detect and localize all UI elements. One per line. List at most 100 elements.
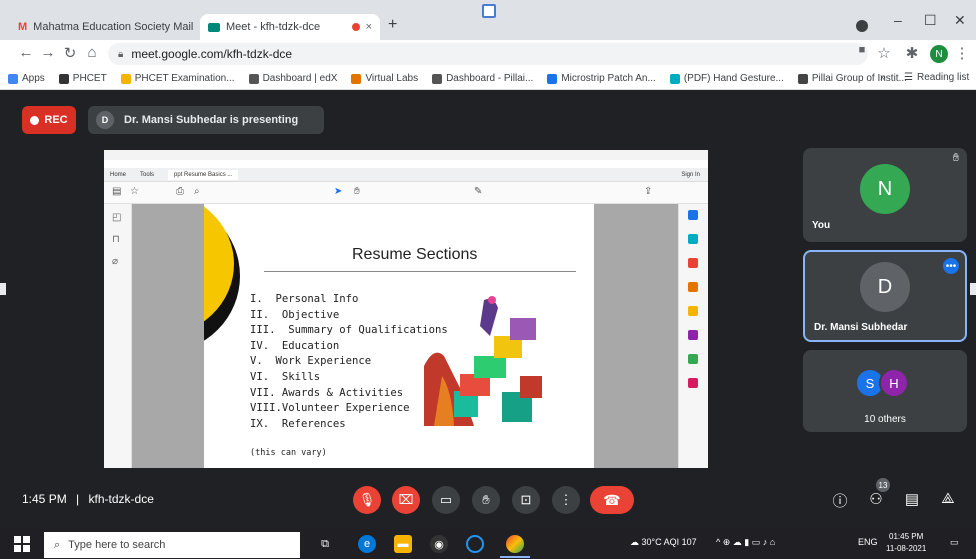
section-item: VII. Awards & Activities (250, 386, 404, 399)
chat-icon[interactable]: ▤ (902, 490, 922, 508)
task-view-icon[interactable]: ⧉ (316, 535, 334, 553)
right-edge-handle (970, 283, 976, 295)
title-divider (264, 271, 576, 272)
close-window-button[interactable]: ✕ (954, 12, 966, 29)
tab-meet[interactable]: Meet - kfh-tdzk-dce × (200, 14, 380, 40)
bookmark-item[interactable]: Microstrip Patch An... (547, 73, 656, 84)
bookmark-label: Pillai Group of Instit... (811, 73, 907, 84)
chrome-icon[interactable] (506, 535, 524, 553)
profile-avatar[interactable]: N (930, 45, 948, 63)
obs-icon[interactable]: ◉ (430, 535, 448, 553)
weather-text: 30°C AQI 107 (641, 537, 697, 547)
camera-in-use-icon[interactable]: ■ (852, 44, 872, 56)
participant-name: Dr. Mansi Subhedar (814, 322, 908, 333)
language-indicator[interactable]: ENG (858, 537, 878, 547)
minimize-button[interactable]: – (894, 12, 902, 28)
pdf-right-tools (678, 204, 708, 468)
section-item: III. Summary of Qualifications (250, 324, 448, 337)
bookmark-star-icon[interactable]: ☆ (874, 44, 894, 62)
system-tray-icons[interactable]: ^ ⊕ ☁︎ ▮ ▭ ♪ ⌂ (716, 537, 775, 548)
present-button[interactable]: ⊡ (512, 486, 540, 514)
menu-icon[interactable]: ⋮ (952, 44, 972, 62)
tool-icon (688, 354, 698, 364)
left-edge-handle (0, 283, 6, 295)
windows-start-icon[interactable] (14, 536, 30, 552)
bookmark-favicon-icon (58, 73, 69, 84)
participant-tile-you[interactable]: N You ✋︎ (803, 148, 967, 242)
file-explorer-icon[interactable]: ▬ (394, 535, 412, 553)
bookmark-item[interactable]: (PDF) Hand Gesture... (669, 73, 784, 84)
section-item: I. Personal Info (250, 293, 359, 305)
raise-hand-button[interactable]: ✋︎ (472, 486, 500, 514)
save-icon: ▤ (112, 186, 122, 197)
address-bar[interactable]: 🔒︎ meet.google.com/kfh-tdzk-dce (108, 43, 868, 65)
people-icon[interactable]: ⚇ (866, 490, 886, 508)
taskbar-search[interactable]: ⌕ Type here to search (44, 532, 300, 558)
tab-title: Meet - kfh-tdzk-dce (226, 21, 321, 33)
other-avatar-h: H (879, 368, 909, 398)
pdf-tab-bar: Home Tools ppt Resume Basics ... Sign In (104, 168, 708, 182)
captions-icon: ▭ (439, 492, 453, 507)
meeting-time: 1:45 PM (22, 492, 67, 506)
meeting-info-icon[interactable]: ⓘ (830, 490, 850, 511)
close-icon[interactable]: × (366, 21, 372, 33)
presenting-banner: D Dr. Mansi Subhedar is presenting (88, 106, 324, 134)
captions-button[interactable]: ▭ (432, 486, 460, 514)
address-text: meet.google.com/kfh-tdzk-dce (131, 47, 293, 61)
bookmark-favicon-icon (797, 73, 808, 84)
new-tab-button[interactable]: + (388, 16, 397, 34)
more-options-button[interactable]: ⋮ (552, 486, 580, 514)
activities-icon[interactable]: ⟁ (938, 490, 958, 507)
weather-widget[interactable]: ☁︎ 30°C AQI 107 (630, 537, 697, 548)
bookmark-item[interactable]: Pillai Group of Instit... (797, 73, 907, 84)
bookmark-item[interactable]: Dashboard | edX (248, 73, 337, 84)
reload-icon[interactable]: ↻ (60, 44, 80, 62)
section-list: I. Personal Info II. Objective III. Summar… (250, 292, 448, 432)
presenter-avatar: D (96, 111, 114, 129)
mic-off-button[interactable]: 🎙︎ (353, 486, 381, 514)
reading-list-button[interactable]: ☰ Reading list (904, 72, 969, 83)
recording-badge[interactable]: REC (22, 106, 76, 134)
recording-icon (351, 23, 360, 31)
participant-tile-presenter[interactable]: D Dr. Mansi Subhedar ••• (803, 250, 967, 342)
bookmark-item[interactable]: PHCET Examination... (120, 73, 235, 84)
pointer-icon: ➤ (334, 186, 343, 197)
print-icon: ⎙ (176, 186, 184, 197)
more-options-icon[interactable]: ••• (943, 258, 959, 274)
tool-icon (688, 258, 698, 268)
mic-off-icon: 🎙︎ (358, 492, 376, 507)
separator: | (76, 492, 80, 506)
section-item: IX. References (250, 417, 346, 430)
pdf-sign-in: Sign In (681, 171, 700, 178)
bookmark-item[interactable]: Dashboard - Pillai... (432, 73, 533, 84)
extensions-icon[interactable]: ✱ (902, 44, 922, 62)
bookmark-favicon-icon (248, 73, 259, 84)
camera-off-button[interactable]: ⌧ (392, 486, 420, 514)
tool-icon (688, 210, 698, 220)
back-icon[interactable]: ← (16, 44, 36, 61)
bookmark-item[interactable]: PHCET (58, 73, 107, 84)
tab-search-icon[interactable] (856, 20, 868, 32)
bookmark-item[interactable]: Virtual Labs (351, 73, 418, 84)
participant-tile-others[interactable]: S H 10 others (803, 350, 967, 432)
clock[interactable]: 01:45 PM 11-08-2021 (886, 531, 926, 555)
bookmark-item[interactable]: Apps (8, 73, 45, 84)
stairs-illustration (424, 296, 542, 426)
cortana-icon[interactable] (466, 535, 484, 553)
edge-icon[interactable]: e (358, 535, 376, 553)
home-icon[interactable]: ⌂ (82, 44, 102, 61)
notifications-icon[interactable]: ▭ (950, 537, 959, 548)
drag-handle-icon[interactable] (482, 4, 496, 18)
forward-icon[interactable]: → (38, 44, 58, 61)
pdf-left-panel: ◰ ⊓ ⌀ (104, 204, 132, 468)
pdf-title-bar (104, 150, 708, 160)
maximize-button[interactable]: ☐ (924, 12, 937, 29)
star-icon: ☆ (130, 186, 139, 197)
tool-icon (688, 378, 698, 388)
pdf-tab-home: Home (110, 171, 127, 178)
pdf-tab-document: ppt Resume Basics ... (168, 169, 239, 180)
share-icon: ⇪ (644, 186, 653, 197)
tab-mail[interactable]: M Mahatma Education Society Mail × (10, 14, 196, 40)
leave-call-button[interactable]: ☎︎ (590, 486, 634, 514)
bookmarks-more-button[interactable]: » (880, 72, 886, 83)
